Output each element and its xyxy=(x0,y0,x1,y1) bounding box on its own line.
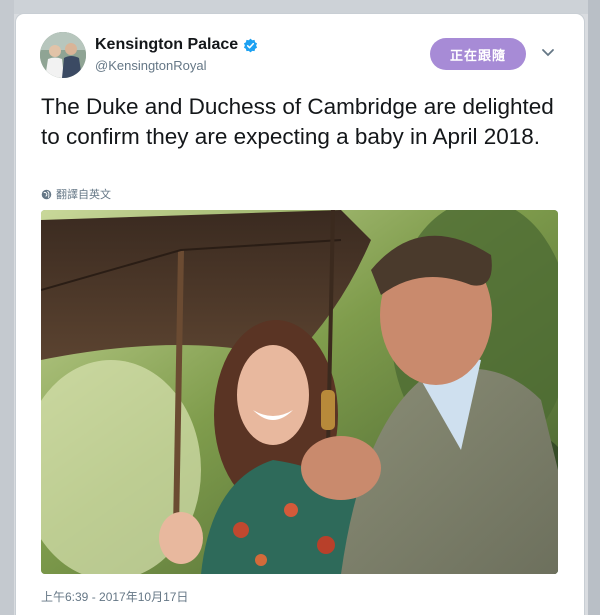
background-top xyxy=(0,0,600,14)
globe-icon xyxy=(41,189,52,199)
tweet-card: Kensington Palace @KensingtonRoyal 正在跟隨 … xyxy=(16,14,584,615)
account-handle[interactable]: @KensingtonRoyal xyxy=(95,58,206,73)
tweet-timestamp[interactable]: 上午6:39 - 2017年10月17日 xyxy=(41,588,188,605)
avatar[interactable] xyxy=(40,32,86,78)
account-name-row: Kensington Palace xyxy=(95,36,258,54)
tweet-text: The Duke and Duchess of Cambridge are de… xyxy=(41,94,554,149)
photo-image xyxy=(41,210,558,574)
translate-label[interactable]: 翻譯自英文 xyxy=(56,186,111,202)
translate-link[interactable]: 翻譯自英文 xyxy=(41,186,111,202)
tweet-photo[interactable] xyxy=(41,210,558,574)
display-name[interactable]: Kensington Palace xyxy=(95,36,238,54)
background-left xyxy=(0,0,14,615)
background-right xyxy=(588,0,600,615)
verified-badge-icon xyxy=(244,38,258,52)
chevron-down-icon[interactable] xyxy=(541,48,555,58)
following-button[interactable]: 正在跟隨 xyxy=(430,38,526,70)
